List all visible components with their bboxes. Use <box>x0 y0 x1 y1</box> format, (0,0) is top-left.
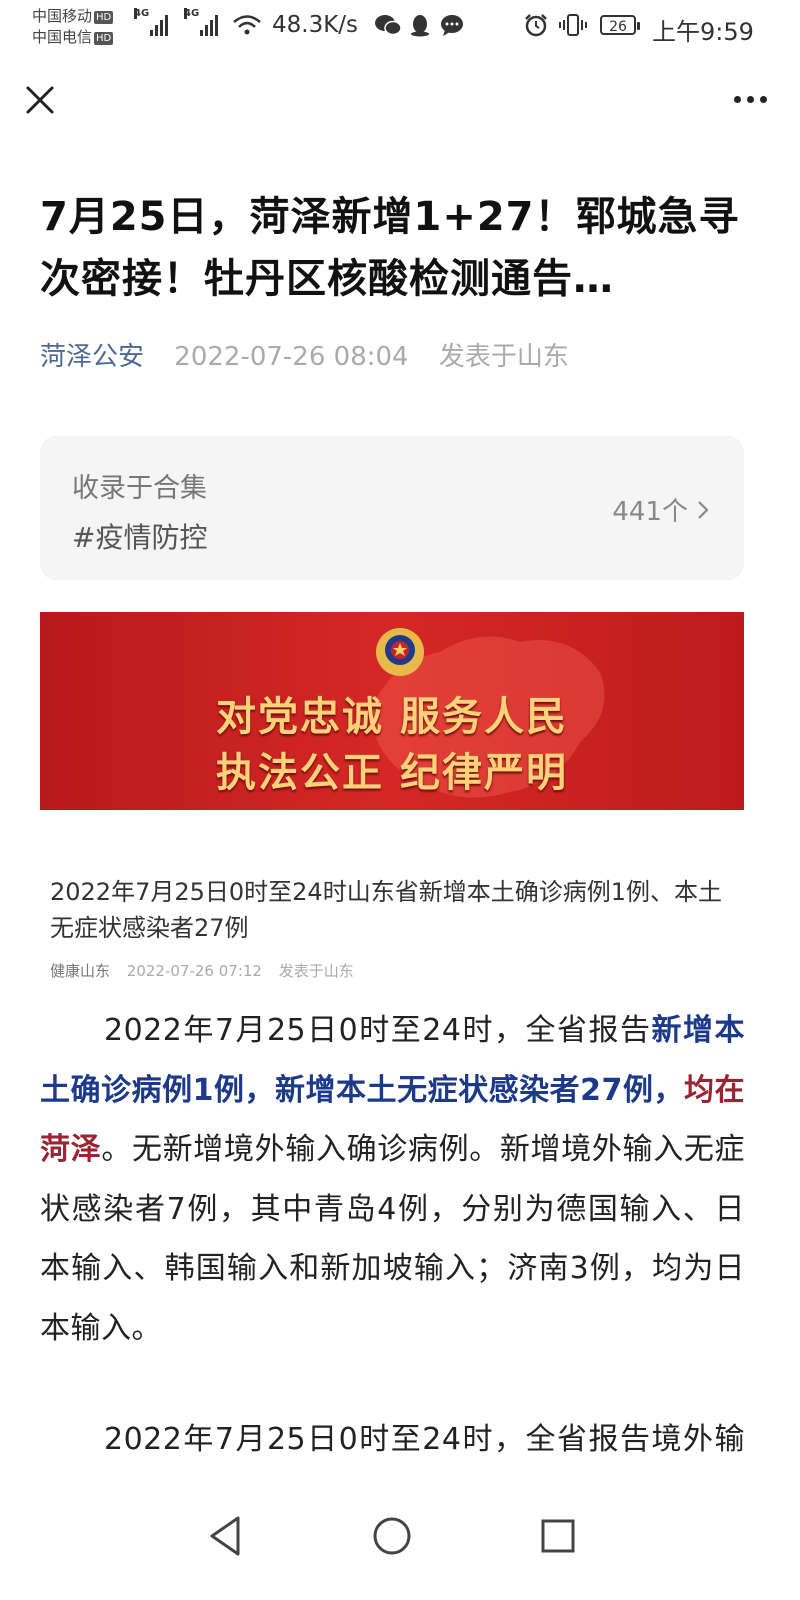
article-paragraph-1: 2022年7月25日0时至24时，全省报告新增本土确诊病例1例，新增本土无症状感… <box>40 1001 745 1358</box>
article-source-link[interactable]: 菏泽公安 <box>40 342 144 372</box>
system-nav-bar <box>0 1480 800 1600</box>
network-type-1: 4G <box>134 8 150 19</box>
network-speed: 48.3K/s <box>272 12 359 38</box>
collection-count-text: 441个 <box>612 497 688 527</box>
chevron-right-icon <box>698 500 709 519</box>
status-bar: 中国移动 HD 中国电信 HD 4G 4G 48.3K/s 26 上午9:59 <box>0 0 800 56</box>
top-bar <box>0 70 800 130</box>
back-button[interactable] <box>196 1506 256 1566</box>
police-emblem-icon <box>376 628 424 676</box>
home-button[interactable] <box>362 1506 422 1566</box>
hd-badge-1: HD <box>94 11 114 24</box>
collection-label: 收录于合集 <box>72 473 207 504</box>
article-location: 发表于山东 <box>438 342 569 372</box>
back-triangle-icon <box>210 1516 240 1556</box>
quoted-timestamp: 2022-07-26 07:12 <box>126 962 262 980</box>
hd-badge-2: HD <box>94 32 114 45</box>
home-circle-icon <box>373 1517 411 1555</box>
article-meta: 菏泽公安 2022-07-26 08:04 发表于山东 <box>40 336 569 373</box>
article-paragraph-2: 2022年7月25日0时至24时，全省报告境外输入无症状感染者转为确诊病例0例，… <box>40 1410 745 1476</box>
close-icon <box>26 86 54 114</box>
battery-indicator: 26 <box>600 15 640 35</box>
qq-icon <box>411 15 429 37</box>
quoted-location: 发表于山东 <box>278 962 354 980</box>
article-title: 7月25日，菏泽新增1+27！郓城急寻次密接！牡丹区核酸检测通告… <box>40 194 740 302</box>
quoted-article-title: 2022年7月25日0时至24时山东省新增本土确诊病例1例、本土无症状感染者27… <box>50 878 722 942</box>
close-button[interactable] <box>20 80 60 120</box>
wechat-icon <box>375 15 402 36</box>
carrier-2: 中国电信 <box>32 28 93 46</box>
collection-card[interactable]: 收录于合集 #疫情防控 441个 <box>40 436 744 580</box>
quoted-article-meta: 健康山东 2022-07-26 07:12 发表于山东 <box>50 960 354 981</box>
paragraph-2-lead: 2022年7月25日0时至24时，全省报告境外 <box>104 1422 715 1457</box>
carrier-1: 中国移动 <box>32 7 93 25</box>
banner-slogan-1: 对党忠诚 服务人民 <box>216 693 568 740</box>
more-icon <box>733 95 741 103</box>
quoted-source: 健康山东 <box>50 962 111 980</box>
message-icon <box>441 15 463 36</box>
collection-tag: #疫情防控 <box>72 521 208 554</box>
more-options-button[interactable] <box>728 84 772 114</box>
police-banner-image: 对党忠诚 服务人民 执法公正 纪律严明 <box>40 612 744 810</box>
recents-square-icon <box>541 1519 575 1553</box>
network-type-2: 4G <box>184 8 200 19</box>
paragraph-1-rest: 。无新增境外输入确诊病例。新增境外输入无症状感染者7例，其中青岛4例，分别为德国… <box>40 1132 746 1346</box>
banner-slogan-2: 执法公正 纪律严明 <box>216 749 568 796</box>
paragraph-1-lead: 2022年7月25日0时至24时，全省报告 <box>104 1013 652 1048</box>
vibrate-icon <box>559 14 587 36</box>
collection-count: 441个 <box>612 491 710 528</box>
recents-button[interactable] <box>528 1506 588 1566</box>
clock: 上午9:59 <box>652 18 754 46</box>
alarm-icon <box>525 14 547 37</box>
wifi-icon <box>233 15 261 35</box>
signal-icon-2: 4G <box>184 8 218 36</box>
carrier-info: 中国移动 HD 中国电信 HD <box>32 6 114 48</box>
article-timestamp: 2022-07-26 08:04 <box>174 342 409 372</box>
signal-icon-1: 4G <box>134 8 168 36</box>
